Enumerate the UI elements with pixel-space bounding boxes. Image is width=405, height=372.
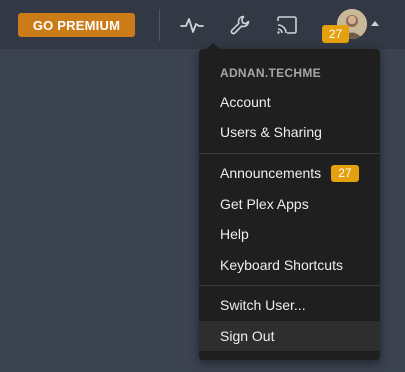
menu-item-label: Help [220,226,249,242]
menu-item-label: Get Plex Apps [220,196,309,212]
menu-item-label: Switch User... [220,297,306,313]
announcements-badge: 27 [331,164,359,182]
menu-item-sign-out[interactable]: Sign Out [199,321,380,351]
toolbar-divider [159,9,160,41]
menu-item-label: Keyboard Shortcuts [220,257,343,273]
menu-item-label: Users & Sharing [220,124,322,140]
menu-divider [199,153,380,154]
caret-up-icon[interactable] [371,21,379,26]
menu-item-announcements[interactable]: Announcements 27 [199,158,380,188]
cast-icon[interactable] [274,12,300,38]
menu-item-get-plex-apps[interactable]: Get Plex Apps [199,189,380,219]
activity-icon[interactable] [179,12,205,38]
menu-item-label: Announcements [220,165,322,181]
menu-divider [199,285,380,286]
menu-item-help[interactable]: Help [199,219,380,249]
menu-item-label: Account [220,94,271,110]
menu-item-account[interactable]: Account [199,87,380,117]
username-label: ADNAN.TECHME [220,66,321,80]
menu-item-switch-user[interactable]: Switch User... [199,290,380,320]
wrench-icon[interactable] [227,12,253,38]
go-premium-button[interactable]: GO PREMIUM [18,13,135,37]
notification-badge: 27 [322,25,349,43]
user-dropdown-menu: ADNAN.TECHME Account Users & Sharing Ann… [199,43,380,360]
menu-item-keyboard-shortcuts[interactable]: Keyboard Shortcuts [199,250,380,280]
menu-item-users-sharing[interactable]: Users & Sharing [199,117,380,147]
top-bar: GO PREMIUM 27 [0,0,405,49]
menu-item-label: Sign Out [220,328,275,344]
